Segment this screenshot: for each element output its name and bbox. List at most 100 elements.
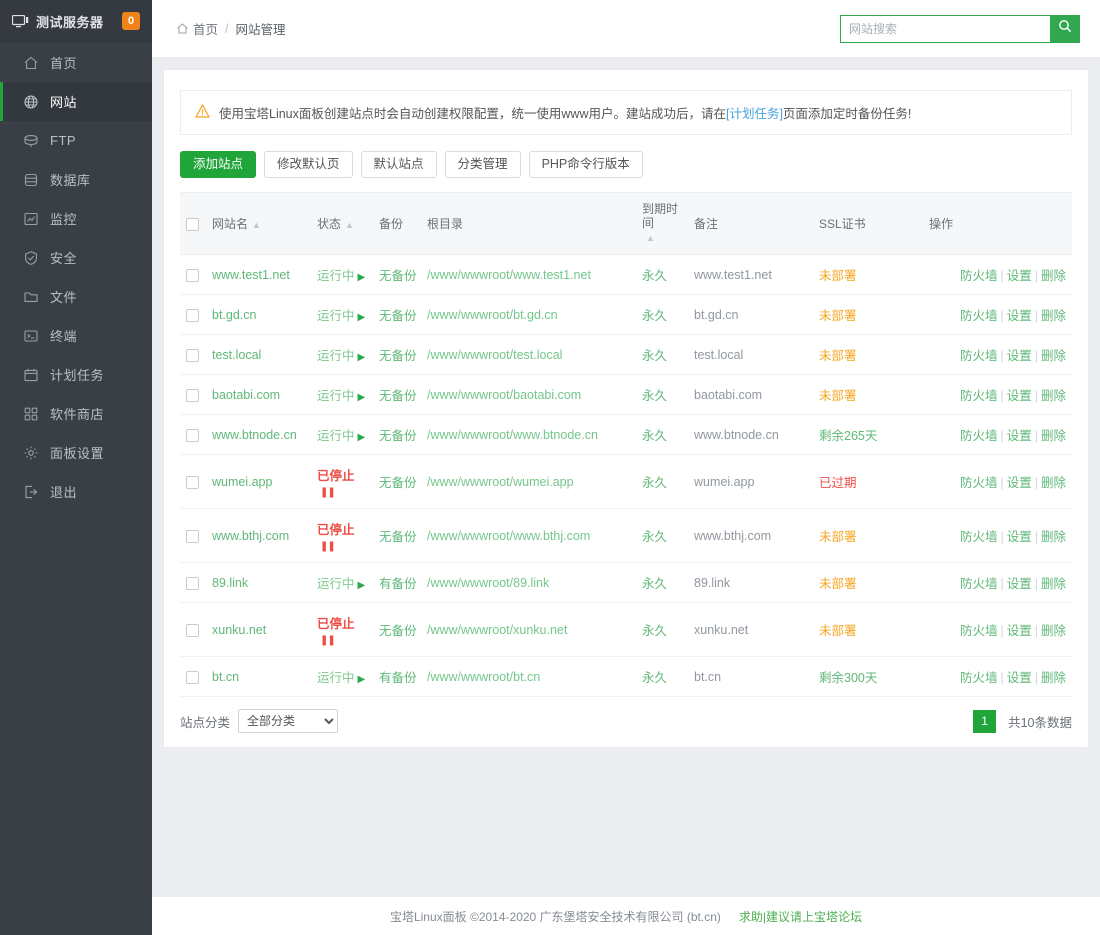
site-name-link[interactable]: baotabi.com (212, 388, 280, 402)
play-icon[interactable]: ▶ (358, 272, 366, 283)
ssl-status[interactable]: 未部署 (819, 269, 857, 283)
delete-link[interactable]: 删除 (1041, 476, 1066, 490)
backup-label[interactable]: 无备份 (379, 309, 417, 323)
backup-label[interactable]: 无备份 (379, 624, 417, 638)
settings-link[interactable]: 设置 (1007, 671, 1032, 685)
backup-label[interactable]: 有备份 (379, 577, 417, 591)
expire-label[interactable]: 永久 (642, 530, 667, 544)
sidebar-item-监控[interactable]: 监控 (0, 199, 152, 238)
page-number-1[interactable]: 1 (973, 710, 996, 733)
table-row[interactable]: baotabi.com运行中▶无备份/www/wwwroot/baotabi.c… (180, 375, 1072, 415)
root-path-link[interactable]: /www/wwwroot/www.test1.net (427, 268, 591, 282)
note-label[interactable]: bt.cn (694, 670, 721, 684)
sidebar-item-FTP[interactable]: FTP (0, 121, 152, 160)
delete-link[interactable]: 删除 (1041, 309, 1066, 323)
search-input[interactable] (840, 15, 1050, 43)
firewall-link[interactable]: 防火墙 (960, 624, 998, 638)
note-label[interactable]: wumei.app (694, 475, 754, 489)
settings-link[interactable]: 设置 (1007, 577, 1032, 591)
toolbar-button-2[interactable]: 默认站点 (361, 151, 437, 178)
backup-label[interactable]: 无备份 (379, 476, 417, 490)
pause-icon[interactable]: ❚❚ (320, 541, 335, 552)
root-path-link[interactable]: /www/wwwroot/89.link (427, 576, 549, 590)
pause-icon[interactable]: ❚❚ (320, 487, 335, 498)
firewall-link[interactable]: 防火墙 (960, 577, 998, 591)
sidebar-item-首页[interactable]: 首页 (0, 43, 152, 82)
site-name-link[interactable]: bt.gd.cn (212, 308, 256, 322)
table-row[interactable]: xunku.net已停止❚❚无备份/www/wwwroot/xunku.net永… (180, 603, 1072, 657)
delete-link[interactable]: 删除 (1041, 530, 1066, 544)
ssl-status[interactable]: 剩余300天 (819, 671, 877, 685)
toolbar-button-4[interactable]: PHP命令行版本 (529, 151, 643, 178)
settings-link[interactable]: 设置 (1007, 309, 1032, 323)
notice-link-cron[interactable]: [计划任务] (726, 107, 783, 121)
table-row[interactable]: www.bthj.com已停止❚❚无备份/www/wwwroot/www.bth… (180, 509, 1072, 563)
delete-link[interactable]: 删除 (1041, 429, 1066, 443)
firewall-link[interactable]: 防火墙 (960, 389, 998, 403)
note-label[interactable]: xunku.net (694, 623, 748, 637)
th-expire[interactable]: 到期时间 ▲ (638, 193, 690, 255)
sidebar-item-计划任务[interactable]: 计划任务 (0, 355, 152, 394)
row-checkbox[interactable] (186, 671, 199, 684)
site-name-link[interactable]: test.local (212, 348, 261, 362)
root-path-link[interactable]: /www/wwwroot/bt.gd.cn (427, 308, 558, 322)
sidebar-item-面板设置[interactable]: 面板设置 (0, 433, 152, 472)
ssl-status[interactable]: 未部署 (819, 577, 857, 591)
site-name-link[interactable]: xunku.net (212, 623, 266, 637)
root-path-link[interactable]: /www/wwwroot/baotabi.com (427, 388, 581, 402)
table-row[interactable]: 89.link运行中▶有备份/www/wwwroot/89.link永久89.l… (180, 563, 1072, 603)
site-name-link[interactable]: www.bthj.com (212, 529, 289, 543)
note-label[interactable]: 89.link (694, 576, 730, 590)
delete-link[interactable]: 删除 (1041, 349, 1066, 363)
play-icon[interactable]: ▶ (358, 674, 366, 685)
ssl-status[interactable]: 已过期 (819, 476, 857, 490)
category-select[interactable]: 全部分类 (238, 709, 338, 733)
note-label[interactable]: bt.gd.cn (694, 308, 738, 322)
row-checkbox[interactable] (186, 389, 199, 402)
site-name-link[interactable]: www.test1.net (212, 268, 290, 282)
table-row[interactable]: www.test1.net运行中▶无备份/www/wwwroot/www.tes… (180, 255, 1072, 295)
sidebar-item-终端[interactable]: 终端 (0, 316, 152, 355)
sort-arrow-icon[interactable]: ▲ (646, 233, 655, 243)
expire-label[interactable]: 永久 (642, 269, 667, 283)
row-checkbox[interactable] (186, 429, 199, 442)
root-path-link[interactable]: /www/wwwroot/xunku.net (427, 623, 567, 637)
root-path-link[interactable]: /www/wwwroot/wumei.app (427, 475, 574, 489)
settings-link[interactable]: 设置 (1007, 476, 1032, 490)
backup-label[interactable]: 有备份 (379, 671, 417, 685)
sidebar-item-安全[interactable]: 安全 (0, 238, 152, 277)
root-path-link[interactable]: /www/wwwroot/test.local (427, 348, 562, 362)
expire-label[interactable]: 永久 (642, 389, 667, 403)
play-icon[interactable]: ▶ (358, 392, 366, 403)
pause-icon[interactable]: ❚❚ (320, 635, 335, 646)
site-name-link[interactable]: www.btnode.cn (212, 428, 297, 442)
delete-link[interactable]: 删除 (1041, 577, 1066, 591)
sidebar-item-数据库[interactable]: 数据库 (0, 160, 152, 199)
backup-label[interactable]: 无备份 (379, 530, 417, 544)
firewall-link[interactable]: 防火墙 (960, 530, 998, 544)
note-label[interactable]: test.local (694, 348, 743, 362)
settings-link[interactable]: 设置 (1007, 530, 1032, 544)
expire-label[interactable]: 永久 (642, 577, 667, 591)
firewall-link[interactable]: 防火墙 (960, 671, 998, 685)
note-label[interactable]: www.btnode.cn (694, 428, 779, 442)
play-icon[interactable]: ▶ (358, 312, 366, 323)
root-path-link[interactable]: /www/wwwroot/www.btnode.cn (427, 428, 598, 442)
table-row[interactable]: test.local运行中▶无备份/www/wwwroot/test.local… (180, 335, 1072, 375)
site-name-link[interactable]: bt.cn (212, 670, 239, 684)
select-all-checkbox[interactable] (186, 218, 199, 231)
delete-link[interactable]: 删除 (1041, 671, 1066, 685)
expire-label[interactable]: 永久 (642, 624, 667, 638)
delete-link[interactable]: 删除 (1041, 269, 1066, 283)
firewall-link[interactable]: 防火墙 (960, 349, 998, 363)
row-checkbox[interactable] (186, 349, 199, 362)
row-checkbox[interactable] (186, 530, 199, 543)
site-name-link[interactable]: wumei.app (212, 475, 272, 489)
table-row[interactable]: wumei.app已停止❚❚无备份/www/wwwroot/wumei.app永… (180, 455, 1072, 509)
root-path-link[interactable]: /www/wwwroot/bt.cn (427, 670, 540, 684)
ssl-status[interactable]: 未部署 (819, 309, 857, 323)
toolbar-button-0[interactable]: 添加站点 (180, 151, 256, 178)
settings-link[interactable]: 设置 (1007, 269, 1032, 283)
delete-link[interactable]: 删除 (1041, 389, 1066, 403)
play-icon[interactable]: ▶ (358, 432, 366, 443)
